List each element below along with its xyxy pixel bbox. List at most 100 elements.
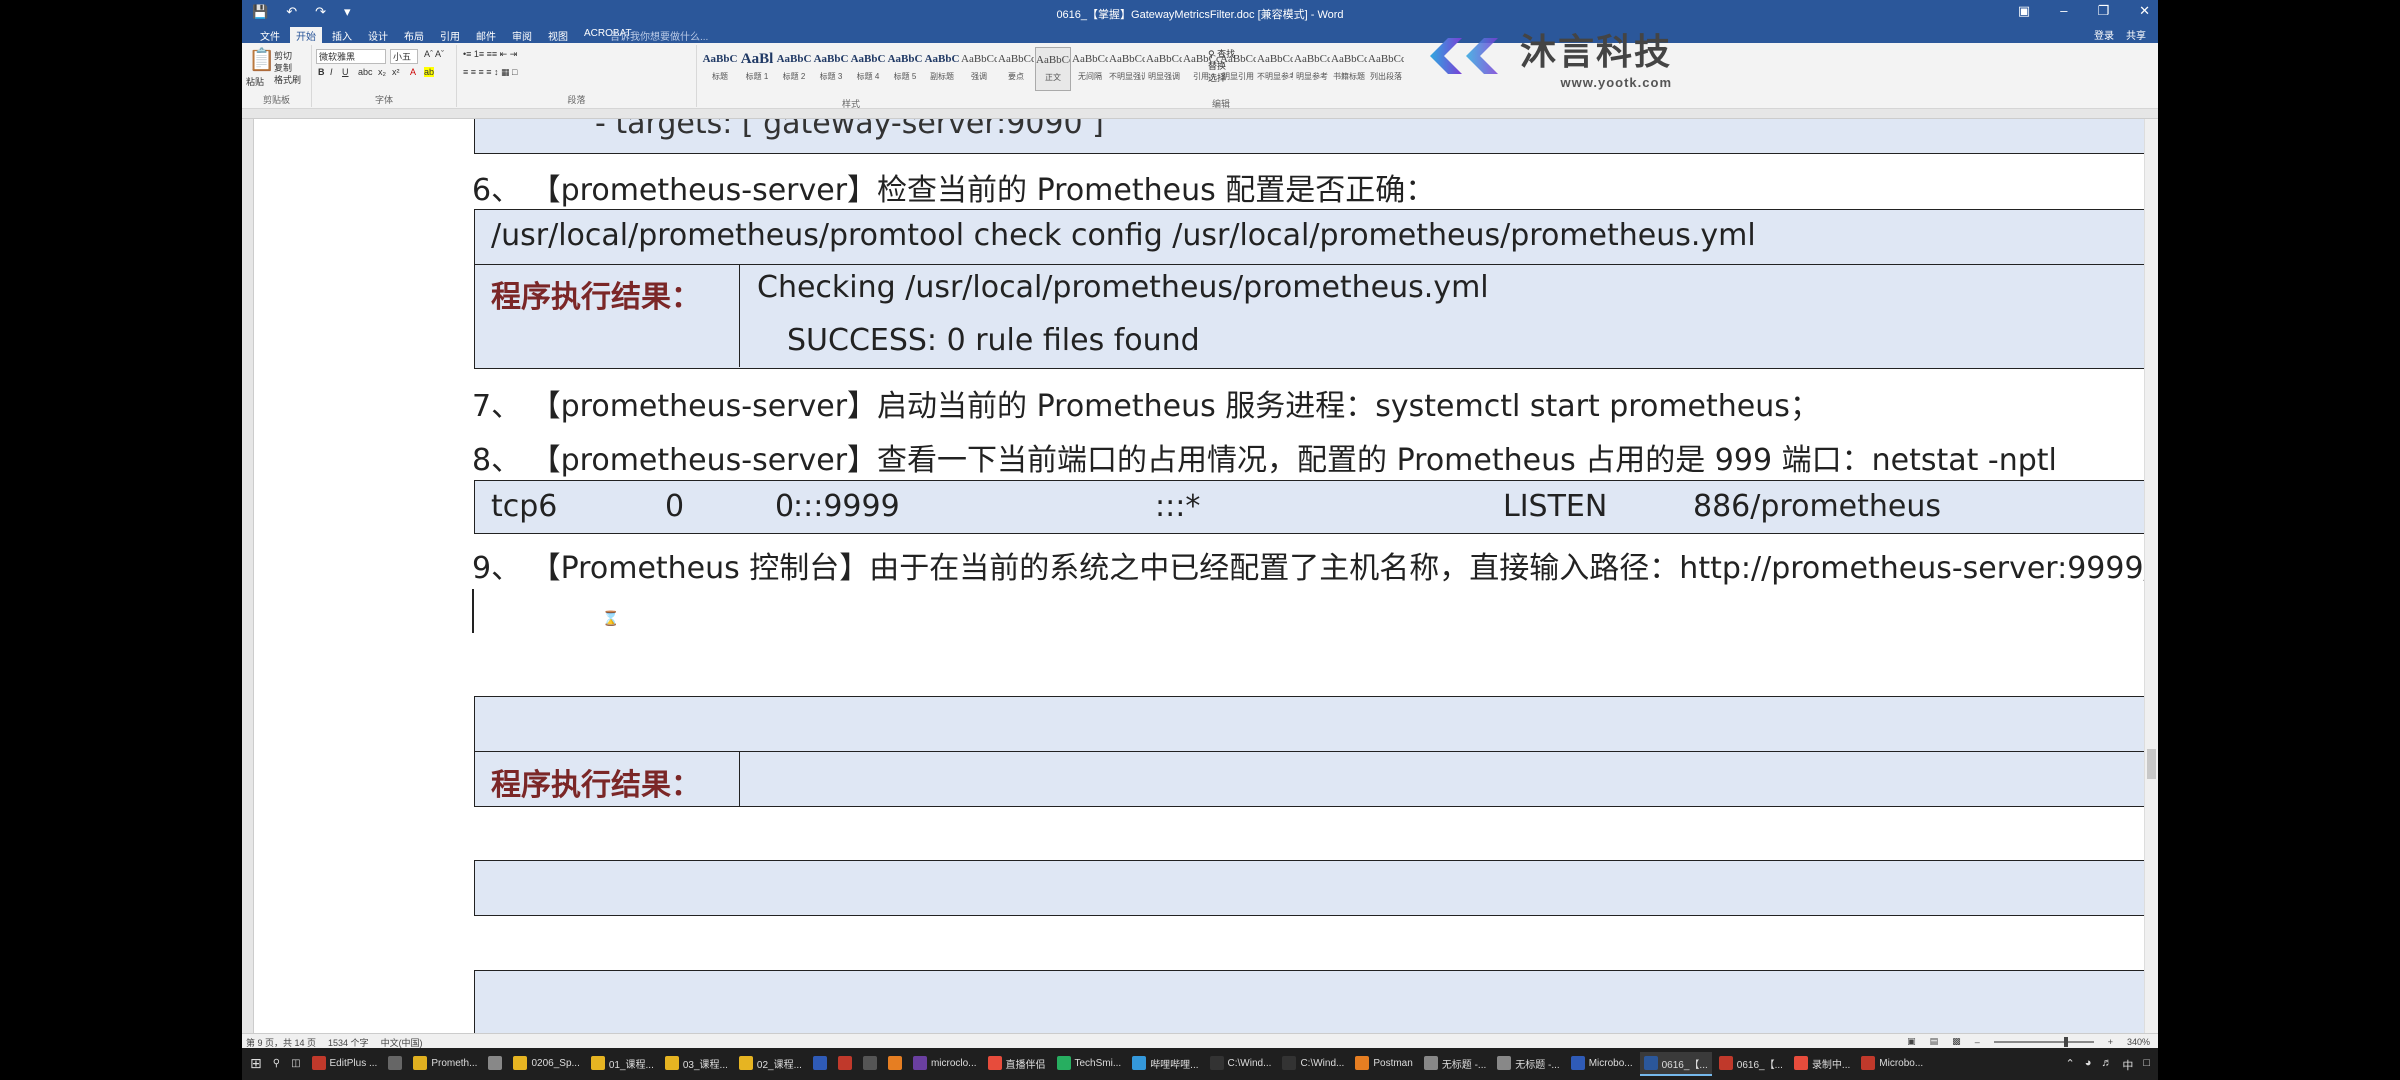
taskbar-item[interactable]: microclo...	[909, 1052, 981, 1076]
style-11[interactable]: AaBbCcDe 不明显强调	[1109, 47, 1145, 91]
style-5[interactable]: AaBbC 标题 5	[887, 47, 923, 91]
zoom-out-icon[interactable]: –	[1975, 1037, 1980, 1047]
font-name-select[interactable]: 微软雅黑	[316, 49, 386, 64]
taskbar-item[interactable]: 02_课程...	[735, 1052, 806, 1076]
style-6[interactable]: AaBbC 副标题	[924, 47, 960, 91]
select-button[interactable]: 选择	[1208, 71, 1226, 84]
taskbar-item[interactable]	[884, 1052, 906, 1076]
style-17[interactable]: AaBbCcD 书籍标题	[1331, 47, 1367, 91]
netstat-local: :::9999	[793, 489, 900, 524]
tab-1[interactable]: 开始	[290, 27, 322, 43]
paste-button[interactable]: 粘贴	[246, 75, 264, 88]
tab-0[interactable]: 文件	[254, 27, 286, 43]
font-size-select[interactable]: 小五	[390, 49, 418, 64]
style-16[interactable]: AaBbCcI 明显参考	[1294, 47, 1330, 91]
taskbar-item[interactable]	[484, 1052, 506, 1076]
bold-button[interactable]: B	[318, 67, 325, 77]
taskbar-item[interactable]	[384, 1052, 406, 1076]
taskbar-item[interactable]: C:\Wind...	[1206, 1052, 1276, 1076]
tab-4[interactable]: 布局	[398, 27, 430, 43]
empty-code-box[interactable]	[474, 696, 2144, 752]
tab-8[interactable]: 视图	[542, 27, 574, 43]
search-button[interactable]: ⚲	[269, 1052, 284, 1076]
taskbar-item[interactable]: 哔哩哔哩...	[1128, 1052, 1202, 1076]
web-layout-icon[interactable]: ▩	[1952, 1036, 1961, 1047]
ime-icon[interactable]: 中	[2122, 1057, 2133, 1073]
style-4[interactable]: AaBbC 标题 4	[850, 47, 886, 91]
style-10[interactable]: AaBbCcDc 无间隔	[1072, 47, 1108, 91]
taskbar-item[interactable]: Prometh...	[409, 1052, 481, 1076]
volume-icon[interactable]: ♬	[2101, 1057, 2112, 1073]
style-3[interactable]: AaBbC 标题 3	[813, 47, 849, 91]
taskbar-item[interactable]	[809, 1052, 831, 1076]
taskbar-item[interactable]: 无标题 -...	[1493, 1052, 1563, 1076]
taskbar-item[interactable]: 0206_Sp...	[509, 1052, 583, 1076]
style-8[interactable]: AaBbCcD 要点	[998, 47, 1034, 91]
tab-7[interactable]: 审阅	[506, 27, 538, 43]
print-layout-icon[interactable]: ▤	[1930, 1036, 1939, 1047]
tab-6[interactable]: 邮件	[470, 27, 502, 43]
font-color-icon[interactable]: A	[410, 67, 416, 77]
taskbar-item[interactable]: 01_课程...	[587, 1052, 658, 1076]
taskbar-item[interactable]	[834, 1052, 856, 1076]
superscript-button[interactable]: x²	[392, 67, 400, 77]
tray-arrow-icon[interactable]: ⌃	[2065, 1057, 2074, 1073]
tab-3[interactable]: 设计	[362, 27, 394, 43]
restore-icon[interactable]: ❐	[2097, 3, 2109, 19]
taskbar-item[interactable]: 03_课程...	[661, 1052, 732, 1076]
read-mode-icon[interactable]: ▣	[1907, 1036, 1916, 1047]
start-button[interactable]: ⊞	[246, 1052, 266, 1076]
taskbar-item[interactable]: 无标题 -...	[1420, 1052, 1490, 1076]
taskbar-item[interactable]: 录制中...	[1790, 1052, 1854, 1076]
empty-result-box[interactable]: 程序执行结果：	[474, 751, 2144, 807]
taskbar-item[interactable]: C:\Wind...	[1278, 1052, 1348, 1076]
ribbon-display-icon[interactable]: ▣	[2018, 3, 2030, 19]
taskbar-item[interactable]: Microbo...	[1857, 1052, 1927, 1076]
style-7[interactable]: AaBbCcDe 强调	[961, 47, 997, 91]
taskbar-item[interactable]: EditPlus ...	[308, 1052, 382, 1076]
strikethrough-button[interactable]: abc	[358, 67, 373, 77]
taskbar-item[interactable]: TechSmi...	[1053, 1052, 1126, 1076]
vertical-scrollbar[interactable]	[2144, 119, 2158, 1044]
style-1[interactable]: AaBl 标题 1	[739, 47, 775, 91]
login-link[interactable]: 登录	[2094, 27, 2114, 42]
italic-button[interactable]: I	[330, 67, 333, 77]
style-9[interactable]: AaBbCcDc 正文	[1035, 47, 1071, 91]
taskbar-item[interactable]: 0616_【...	[1715, 1052, 1787, 1076]
network-icon[interactable]: ◕	[2085, 1057, 2092, 1073]
scroll-thumb[interactable]	[2147, 749, 2156, 779]
bullets-icon[interactable]: •≡ 1≡ ≡≡ ⇤ ⇥	[463, 49, 517, 60]
style-2[interactable]: AaBbC 标题 2	[776, 47, 812, 91]
taskbar-item-label: 03_课程...	[682, 1059, 728, 1071]
align-icons[interactable]: ≡ ≡ ≡ ≡ ↕ ▦ □	[463, 67, 517, 78]
tell-me-input[interactable]: 告诉我你想要做什么...	[610, 28, 708, 43]
format-painter-button[interactable]: 格式刷	[274, 73, 301, 86]
taskbar-item[interactable]	[859, 1052, 881, 1076]
task-view-button[interactable]: ◫	[287, 1052, 304, 1076]
taskbar-item[interactable]: Postman	[1351, 1052, 1416, 1076]
notification-icon[interactable]: □	[2143, 1057, 2150, 1073]
share-button[interactable]: 共享	[2126, 27, 2146, 42]
minimize-icon[interactable]: –	[2060, 3, 2067, 19]
zoom-in-icon[interactable]: +	[2108, 1037, 2113, 1047]
style-12[interactable]: AaBbCcDe 明显强调	[1146, 47, 1182, 91]
style-0[interactable]: AaBbC 标题	[702, 47, 738, 91]
paste-icon[interactable]: 📋	[248, 47, 275, 73]
app-icon	[488, 1056, 503, 1070]
highlight-icon[interactable]: ab	[424, 67, 435, 77]
taskbar-item[interactable]: 0616_【...	[1639, 1052, 1712, 1076]
style-15[interactable]: AaBbCcDD 不明显参考	[1257, 47, 1293, 91]
tab-5[interactable]: 引用	[434, 27, 466, 43]
zoom-slider[interactable]	[1993, 1036, 2094, 1047]
tab-2[interactable]: 插入	[326, 27, 358, 43]
grow-font-icon[interactable]: Aˆ Aˇ	[424, 49, 444, 59]
taskbar-item[interactable]: 直播伴侣	[984, 1052, 1050, 1076]
underline-button[interactable]: U	[342, 67, 349, 77]
subscript-button[interactable]: x₂	[378, 67, 386, 77]
empty-box-2[interactable]	[474, 860, 2144, 916]
close-icon[interactable]: ✕	[2139, 3, 2150, 19]
style-18[interactable]: AaBbCcDc 列出段落	[1368, 47, 1404, 91]
document-page[interactable]: - targets: [ gateway-server:9090 ] 6、 【p…	[254, 119, 2144, 1044]
taskbar-item[interactable]: Microbo...	[1567, 1052, 1637, 1076]
zoom-level[interactable]: 340%	[2127, 1037, 2150, 1047]
